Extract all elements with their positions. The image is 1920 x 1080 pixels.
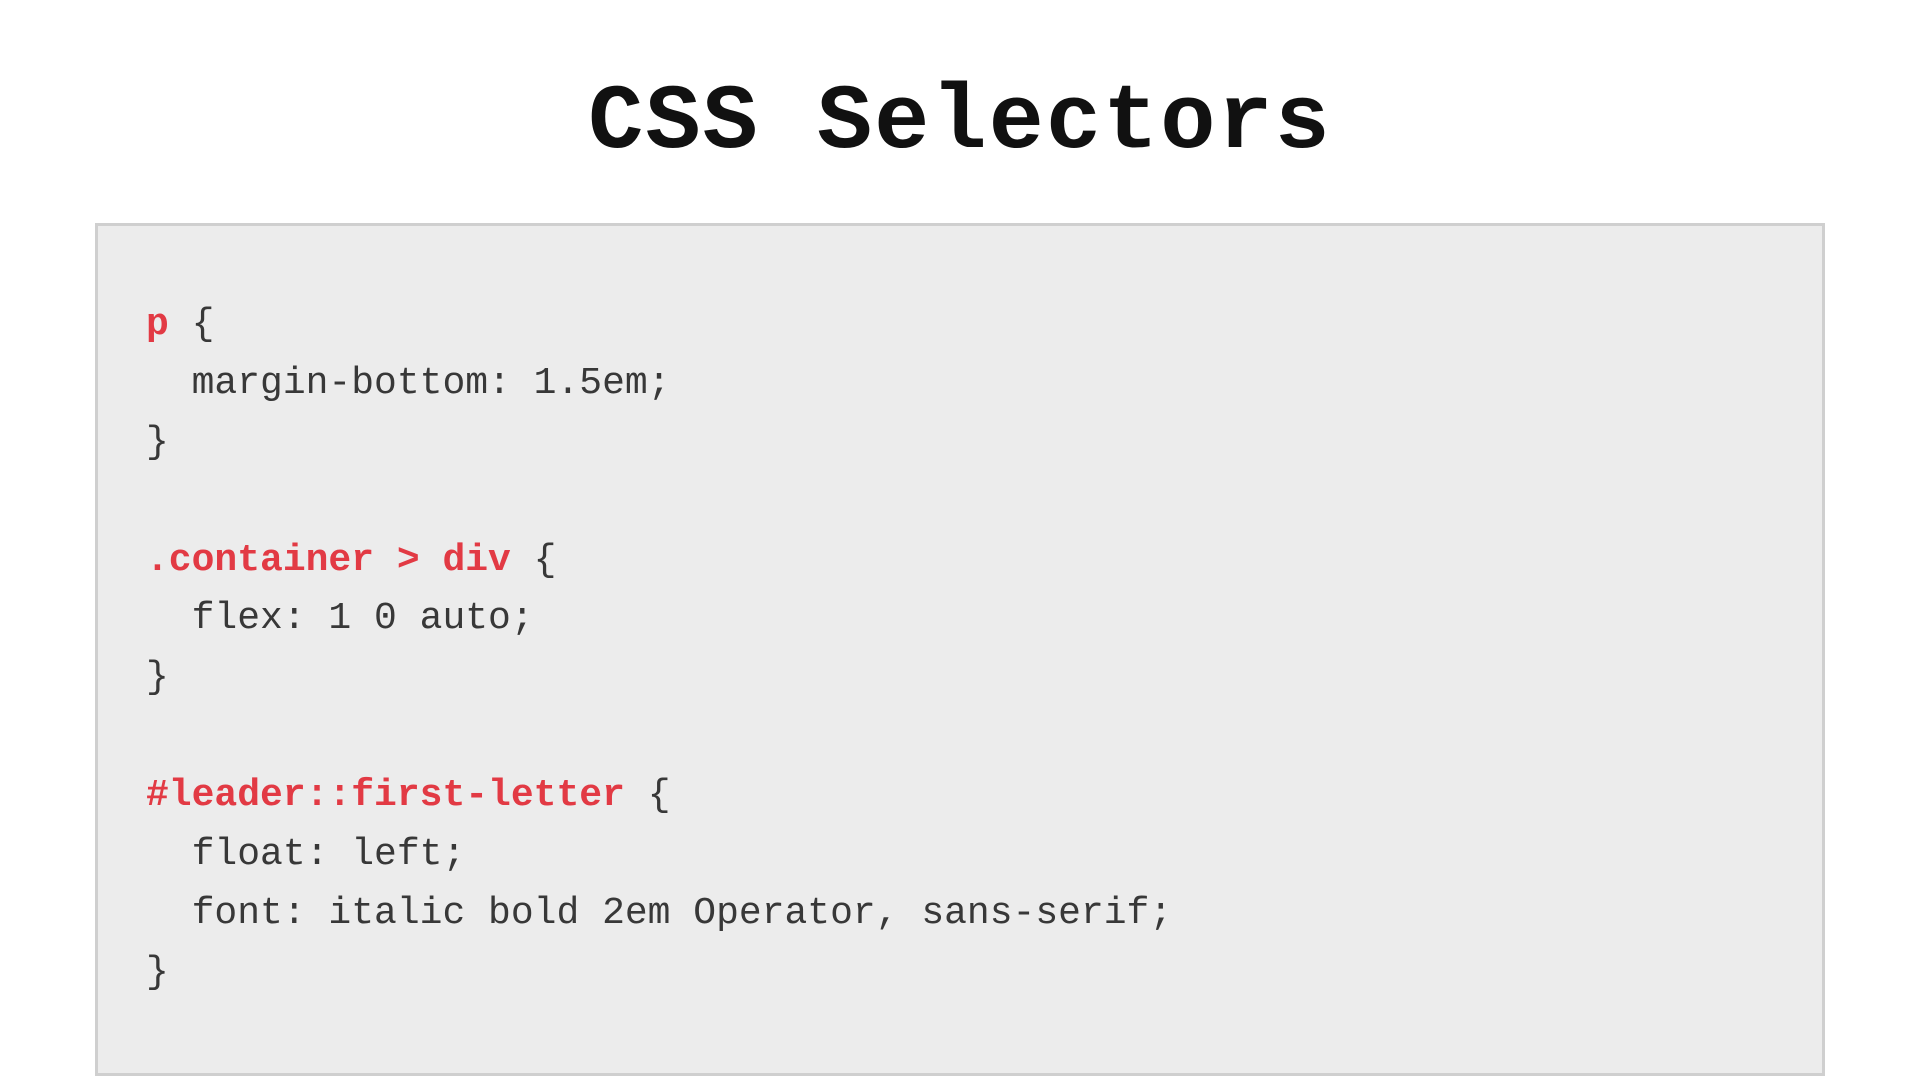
slide: CSS Selectors p { margin-bottom: 1.5em; … [0,0,1920,1080]
code-token: } [146,951,169,994]
code-token: font: italic bold 2em Operator, sans-ser… [146,892,1172,935]
code-selector: .container > div [146,539,511,582]
slide-title: CSS Selectors [588,70,1332,175]
code-content: p { margin-bottom: 1.5em; } .container >… [146,296,1774,1003]
code-token: { [511,539,557,582]
code-selector: p [146,303,169,346]
code-token: margin-bottom: 1.5em; [146,362,671,405]
code-block: p { margin-bottom: 1.5em; } .container >… [95,223,1825,1076]
code-token: { [625,774,671,817]
code-token: { [169,303,215,346]
code-token: flex: 1 0 auto; [146,597,534,640]
code-selector: #leader::first-letter [146,774,625,817]
code-token: float: left; [146,833,465,876]
code-token: } [146,656,169,699]
code-token: } [146,421,169,464]
